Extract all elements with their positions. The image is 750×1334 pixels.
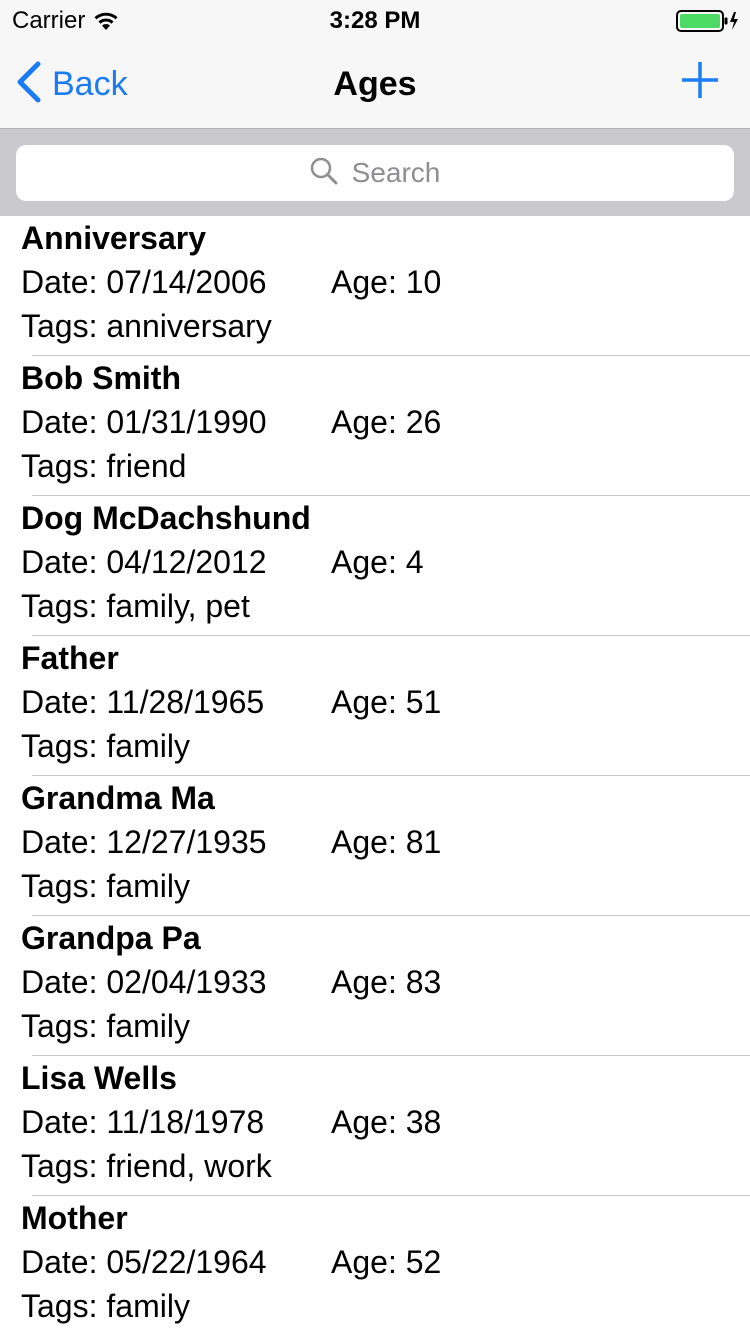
entry-name: Dog McDachshund xyxy=(21,500,311,536)
page-title: Ages xyxy=(333,65,417,103)
entry-tags: Tags: family, pet xyxy=(21,588,250,624)
ages-screen: Carrier 3:28 PM Back Ages Search Anniver… xyxy=(0,0,750,1334)
list-item[interactable]: Grandma Ma Date: 12/27/1935 Age: 81 Tags… xyxy=(0,776,750,916)
entry-name: Grandma Ma xyxy=(21,780,215,816)
navigation-bar: Back Ages xyxy=(0,40,750,128)
ages-list: Anniversary Date: 07/14/2006 Age: 10 Tag… xyxy=(0,216,750,1334)
plus-icon xyxy=(680,62,720,104)
entry-tags: Tags: family xyxy=(21,1288,190,1324)
list-item[interactable]: Grandpa Pa Date: 02/04/1933 Age: 83 Tags… xyxy=(0,916,750,1056)
list-item[interactable]: Dog McDachshund Date: 04/12/2012 Age: 4 … xyxy=(0,496,750,636)
entry-age: Age: 51 xyxy=(331,684,442,720)
list-item[interactable]: Father Date: 11/28/1965 Age: 51 Tags: fa… xyxy=(0,636,750,776)
entry-age: Age: 26 xyxy=(331,404,442,440)
status-time: 3:28 PM xyxy=(329,7,421,34)
entry-name: Lisa Wells xyxy=(21,1060,177,1096)
entry-name: Mother xyxy=(21,1200,128,1236)
entry-date: Date: 01/31/1990 xyxy=(21,404,267,440)
list-item[interactable]: Lisa Wells Date: 11/18/1978 Age: 38 Tags… xyxy=(0,1056,750,1196)
entry-date: Date: 04/12/2012 xyxy=(21,544,267,580)
entry-name: Bob Smith xyxy=(21,360,181,396)
entry-date: Date: 07/14/2006 xyxy=(21,264,267,300)
search-icon xyxy=(310,157,352,190)
entry-name: Grandpa Pa xyxy=(21,920,201,956)
list-item[interactable]: Mother Date: 05/22/1964 Age: 52 Tags: fa… xyxy=(0,1196,750,1334)
entry-tags: Tags: anniversary xyxy=(21,308,272,344)
add-button[interactable] xyxy=(680,60,720,100)
entry-age: Age: 81 xyxy=(331,824,442,860)
entry-tags: Tags: friend xyxy=(21,448,187,484)
search-placeholder: Search xyxy=(351,157,441,188)
entry-tags: Tags: family xyxy=(21,1008,190,1044)
search-bar: Search xyxy=(0,128,750,216)
list-item[interactable]: Anniversary Date: 07/14/2006 Age: 10 Tag… xyxy=(0,216,750,356)
entry-age: Age: 83 xyxy=(331,964,442,1000)
entry-age: Age: 4 xyxy=(331,544,424,580)
list-item[interactable]: Bob Smith Date: 01/31/1990 Age: 26 Tags:… xyxy=(0,356,750,496)
search-input[interactable]: Search xyxy=(16,145,734,201)
entry-age: Age: 10 xyxy=(331,264,442,300)
entry-tags: Tags: family xyxy=(21,728,190,764)
entry-age: Age: 38 xyxy=(331,1104,442,1140)
entry-date: Date: 11/18/1978 xyxy=(21,1104,265,1140)
entry-date: Date: 02/04/1933 xyxy=(21,964,267,1000)
entry-name: Anniversary xyxy=(21,220,206,256)
entry-tags: Tags: friend, work xyxy=(21,1148,272,1184)
entry-date: Date: 05/22/1964 xyxy=(21,1244,267,1280)
status-bar: Carrier 3:28 PM xyxy=(0,0,750,40)
entry-tags: Tags: family xyxy=(21,868,190,904)
entry-age: Age: 52 xyxy=(331,1244,442,1280)
entry-name: Father xyxy=(21,640,119,676)
entry-date: Date: 12/27/1935 xyxy=(21,824,267,860)
battery-icon xyxy=(676,9,740,33)
entry-date: Date: 11/28/1965 xyxy=(21,684,265,720)
